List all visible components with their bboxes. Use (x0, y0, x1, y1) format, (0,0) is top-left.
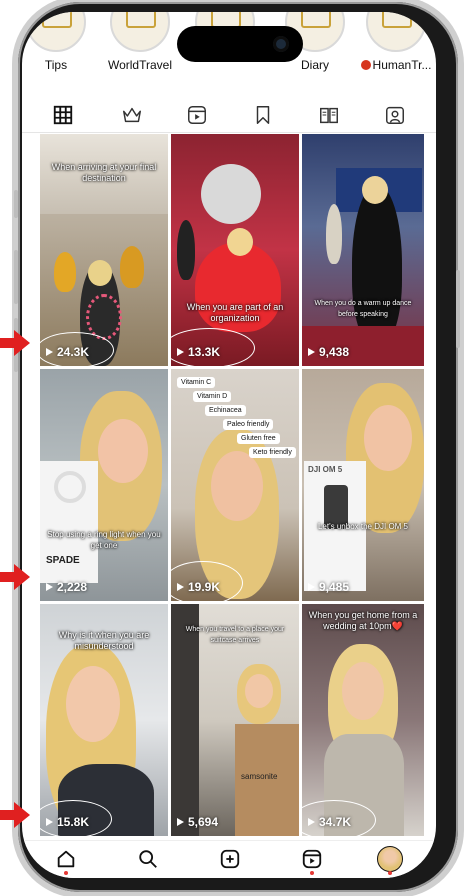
reels-grid: When arriving at your final destination … (40, 134, 424, 836)
woman-face (66, 666, 120, 742)
search-icon[interactable] (134, 845, 162, 873)
red-dot-icon (360, 60, 371, 70)
arrow-icon (0, 802, 30, 828)
reel-thumbnail[interactable]: Vitamin C Vitamin D Echinacea Paleo frie… (171, 369, 299, 601)
profile-tabs (22, 96, 436, 133)
bookmark-icon[interactable] (248, 102, 278, 128)
arrow-icon (0, 330, 30, 356)
backdrop-sign (201, 164, 261, 224)
reel-thumbnail[interactable]: samsonite When you travel to a place you… (171, 604, 299, 836)
screen: Tips WorldTravel Diary HumanTr... When a… (22, 12, 436, 878)
highlight-circle (171, 561, 243, 601)
reel-caption: When you are part of an organization (186, 302, 284, 323)
woman-face (342, 662, 384, 720)
brand-label: samsonite (241, 772, 278, 781)
reel-thumbnail[interactable]: DJI OM 5 Let's unbox the DJI OM 5 9,485 (302, 369, 424, 601)
crown-icon[interactable] (117, 102, 147, 128)
reel-thumbnail[interactable]: When you get home from a wedding at 10pm… (302, 604, 424, 836)
notification-dot (388, 871, 392, 875)
profile-avatar[interactable] (376, 845, 404, 875)
highlight-tips[interactable]: Tips (26, 12, 86, 72)
highlight-worldtravel[interactable]: WorldTravel (98, 12, 182, 72)
text-tag: Vitamin C (177, 377, 216, 388)
woman-face (245, 674, 273, 708)
text-tag: Paleo friendly (223, 419, 274, 430)
highlight-circle (171, 328, 255, 366)
reel-caption: Let's unbox the DJI OM 5 (317, 522, 408, 531)
text-tag: Echinacea (205, 405, 246, 416)
highlight-cover (366, 12, 426, 52)
highlight-circle (40, 332, 114, 366)
bystander (326, 204, 342, 264)
reel-thumbnail[interactable]: Why is it when you are misunderstood 15.… (40, 604, 168, 836)
reel-thumbnail[interactable]: SPADE Stop using a ring light when you g… (40, 369, 168, 601)
reel-caption: When you get home from a wedding at 10pm… (308, 610, 418, 631)
create-icon[interactable] (216, 845, 244, 873)
bystander (177, 220, 195, 280)
reel-caption: Why is it when you are misunderstood (58, 630, 150, 651)
reels-icon[interactable] (182, 102, 212, 128)
highlight-humantr[interactable]: HumanTr... (356, 12, 436, 72)
bottom-nav (22, 840, 436, 878)
reel-thumbnail[interactable]: When you do a warm up dance before speak… (302, 134, 424, 366)
notification-dot (64, 871, 68, 875)
highlight-label: Tips (44, 58, 68, 72)
woman-head (227, 228, 253, 256)
power-button (456, 270, 460, 348)
play-icon (177, 818, 184, 826)
brand-label: DJI OM 5 (308, 465, 343, 474)
highlight-cover (26, 12, 86, 52)
view-count: 2,228 (46, 580, 87, 594)
ring-light (54, 471, 86, 503)
brand-label: SPADE (46, 555, 80, 566)
home-icon[interactable] (52, 845, 80, 875)
grid-icon[interactable] (48, 102, 78, 128)
reel-caption: When arriving at your final destination (51, 162, 157, 183)
dancer (54, 252, 76, 292)
highlight-cover (110, 12, 170, 52)
highlight-label: HumanTr... (356, 58, 436, 72)
view-count: 9,438 (308, 345, 349, 359)
reel-caption: When you do a warm up dance before speak… (314, 300, 412, 318)
highlight-circle (40, 800, 112, 836)
avatar (377, 846, 403, 872)
woman-face (211, 451, 263, 521)
notification-dot (310, 871, 314, 875)
text-tag: Gluten free (237, 433, 280, 444)
woman (352, 184, 402, 344)
text-tag: Vitamin D (193, 391, 232, 402)
text-tag: Keto friendly (249, 447, 296, 458)
view-count: 5,694 (177, 815, 218, 829)
reel-thumbnail[interactable]: When you are part of an organization 13.… (171, 134, 299, 366)
woman-head (362, 176, 388, 204)
woman-face (364, 405, 412, 471)
play-icon (308, 583, 315, 591)
play-icon (46, 583, 53, 591)
camera-icon (273, 36, 289, 52)
arrow-icon (0, 564, 30, 590)
highlight-label: WorldTravel (107, 58, 172, 72)
mute-switch (14, 190, 18, 218)
guide-icon[interactable] (314, 102, 344, 128)
reels-nav-icon[interactable] (298, 845, 326, 875)
dynamic-island (177, 26, 303, 62)
reel-caption: When you travel to a place your suitcase… (185, 626, 285, 644)
play-icon (308, 348, 315, 356)
reel-thumbnail[interactable]: When arriving at your final destination … (40, 134, 168, 366)
woman-head (88, 260, 112, 286)
view-count: 9,485 (308, 580, 349, 594)
reel-caption: Stop using a ring light when you get one (47, 530, 161, 550)
volume-up-button (14, 250, 18, 304)
woman-face (98, 419, 148, 483)
tagged-icon[interactable] (380, 102, 410, 128)
dancer (120, 246, 144, 288)
